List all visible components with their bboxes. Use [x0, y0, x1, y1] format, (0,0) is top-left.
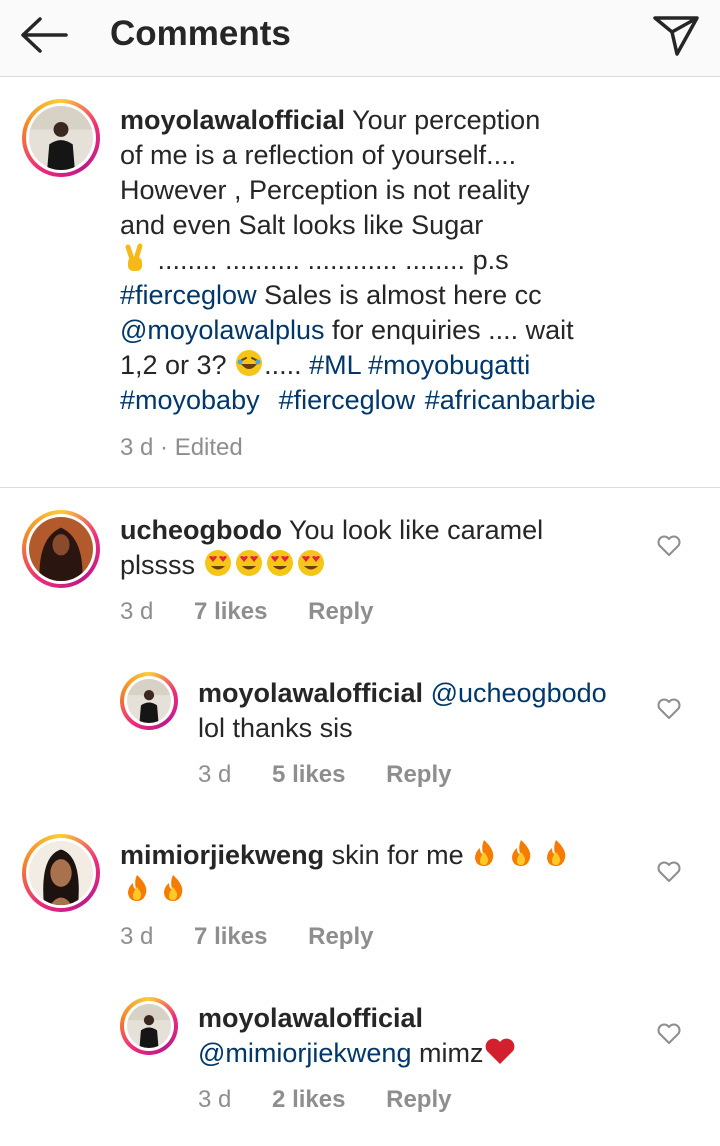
mention-link[interactable]: @moyolawalplus — [120, 315, 325, 345]
caption-line-5: ........ .......... ............ .......… — [120, 243, 509, 282]
comment-meta: 3 d 5 likes Reply — [198, 760, 451, 790]
reply-button[interactable]: Reply — [386, 760, 451, 790]
reply-button[interactable]: Reply — [308, 597, 373, 627]
fire-emoji-icon — [120, 873, 190, 912]
comment-line-1: ucheogbodo You look like caramel — [120, 515, 544, 545]
likes-count[interactable]: 5 likes — [272, 760, 345, 790]
comment-line-2: @mimiorjiekweng mimz — [198, 1036, 517, 1075]
fire-emoji-icon — [471, 838, 567, 877]
avatar[interactable] — [120, 997, 178, 1055]
mention-link[interactable]: @mimiorjiekweng — [198, 1038, 411, 1068]
comment-time: 3 d — [120, 923, 154, 950]
likes-count[interactable]: 2 likes — [272, 1085, 345, 1115]
hashtag-link[interactable]: #moyobaby — [120, 385, 260, 415]
heart-outline-icon[interactable] — [656, 1022, 682, 1046]
back-arrow-icon[interactable] — [18, 12, 70, 58]
red-heart-emoji-icon — [483, 1036, 517, 1075]
hashtag-link[interactable]: #moyobugatti — [368, 350, 530, 380]
heart-eyes-emoji-icon — [203, 548, 327, 587]
reply-button[interactable]: Reply — [308, 922, 373, 952]
comment-time: 3 d — [120, 598, 154, 625]
caption-block: moyolawalofficial Your perception of me … — [0, 77, 720, 488]
comment-line-1: mimiorjiekweng skin for me — [120, 838, 567, 877]
comment-meta: 3 d 7 likes Reply — [120, 597, 373, 627]
caption-line-1: moyolawalofficial Your perception — [120, 105, 541, 135]
caption-line-2: of me is a reflection of yourself.... — [120, 140, 517, 170]
likes-count[interactable]: 7 likes — [194, 597, 267, 627]
victory-hand-emoji-icon — [120, 243, 150, 282]
comment-username[interactable]: moyolawalofficial — [198, 1003, 423, 1033]
comment-username[interactable]: ucheogbodo — [120, 515, 282, 545]
comment-line-2 — [120, 873, 190, 912]
comment-username[interactable]: mimiorjiekweng — [120, 840, 324, 870]
caption-line-8: 1,2 or 3? ..... #ML #moyobugatti — [120, 348, 530, 387]
caption-line-9: #moyobaby #fierceglow #africanbarbie — [120, 383, 596, 418]
comment-line-2: lol thanks sis — [198, 713, 353, 743]
avatar[interactable] — [22, 99, 100, 177]
comment-line-1: moyolawalofficial — [198, 1001, 423, 1036]
hashtag-link[interactable]: #africanbarbie — [425, 385, 596, 415]
heart-outline-icon[interactable] — [656, 697, 682, 721]
comment-meta: 3 d 7 likes Reply — [120, 922, 373, 952]
mention-link[interactable]: @ucheogbodo — [431, 678, 607, 708]
comment-time: 3 d — [198, 1086, 232, 1113]
hashtag-link[interactable]: #ML — [309, 350, 361, 380]
caption-username[interactable]: moyolawalofficial — [120, 105, 345, 135]
caption-line-7: @moyolawalplus for enquiries .... wait — [120, 315, 574, 345]
caption-line-4: and even Salt looks like Sugar — [120, 210, 484, 240]
comment-line-2: plssss — [120, 548, 327, 587]
page-title: Comments — [110, 14, 291, 53]
comment-time: 3 d — [198, 761, 232, 788]
heart-outline-icon[interactable] — [656, 534, 682, 558]
comment-username[interactable]: moyolawalofficial — [198, 678, 423, 708]
laughing-emoji-icon — [234, 348, 264, 387]
caption-line-6: #fierceglow Sales is almost here cc — [120, 280, 542, 310]
avatar[interactable] — [22, 510, 100, 588]
comment-line-1: moyolawalofficial @ucheogbodo — [198, 676, 607, 711]
avatar[interactable] — [22, 834, 100, 912]
hashtag-link[interactable]: #fierceglow — [279, 385, 416, 415]
likes-count[interactable]: 7 likes — [194, 922, 267, 952]
avatar[interactable] — [120, 672, 178, 730]
reply-button[interactable]: Reply — [386, 1085, 451, 1115]
heart-outline-icon[interactable] — [656, 860, 682, 884]
top-bar: Comments — [0, 0, 720, 77]
caption-meta: 3 d · Edited — [120, 434, 243, 461]
hashtag-link[interactable]: #fierceglow — [120, 280, 257, 310]
caption-line-3: However , Perception is not reality — [120, 175, 530, 205]
paper-plane-icon[interactable] — [648, 8, 704, 60]
comment-meta: 3 d 2 likes Reply — [198, 1085, 451, 1115]
